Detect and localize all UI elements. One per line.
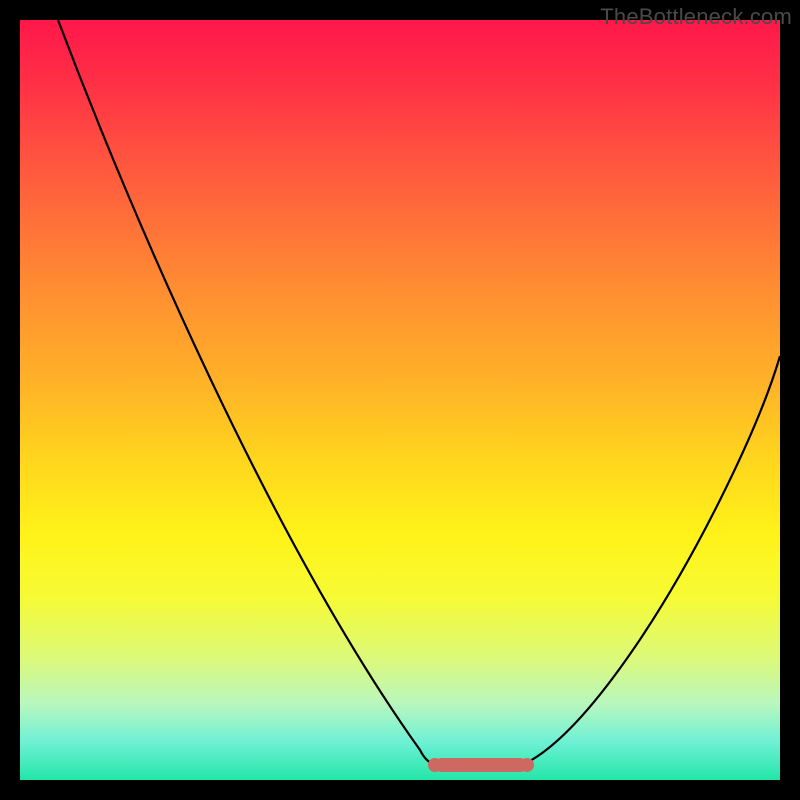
chart-stage: TheBottleneck.com xyxy=(0,0,800,800)
gradient-plot-area xyxy=(20,20,780,780)
curve-overlay xyxy=(20,20,780,780)
right-curve xyxy=(520,356,780,766)
watermark-text: TheBottleneck.com xyxy=(600,4,792,30)
left-curve xyxy=(58,20,440,766)
minimum-marker xyxy=(428,758,534,772)
